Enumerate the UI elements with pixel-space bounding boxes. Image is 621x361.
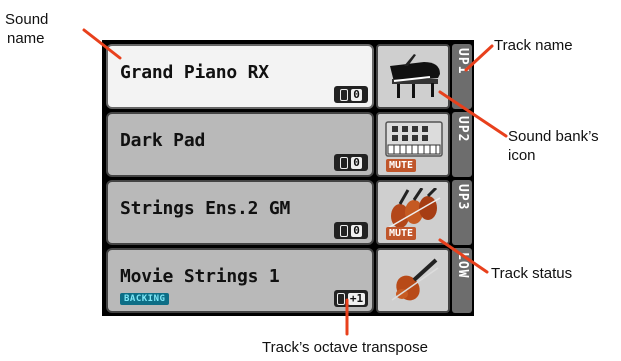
callout-arrows <box>82 28 508 336</box>
arrow-track-name <box>464 44 494 72</box>
arrow-track-status <box>438 238 489 274</box>
arrow-bank-icon <box>438 90 508 138</box>
arrow-sound-name <box>82 28 122 60</box>
